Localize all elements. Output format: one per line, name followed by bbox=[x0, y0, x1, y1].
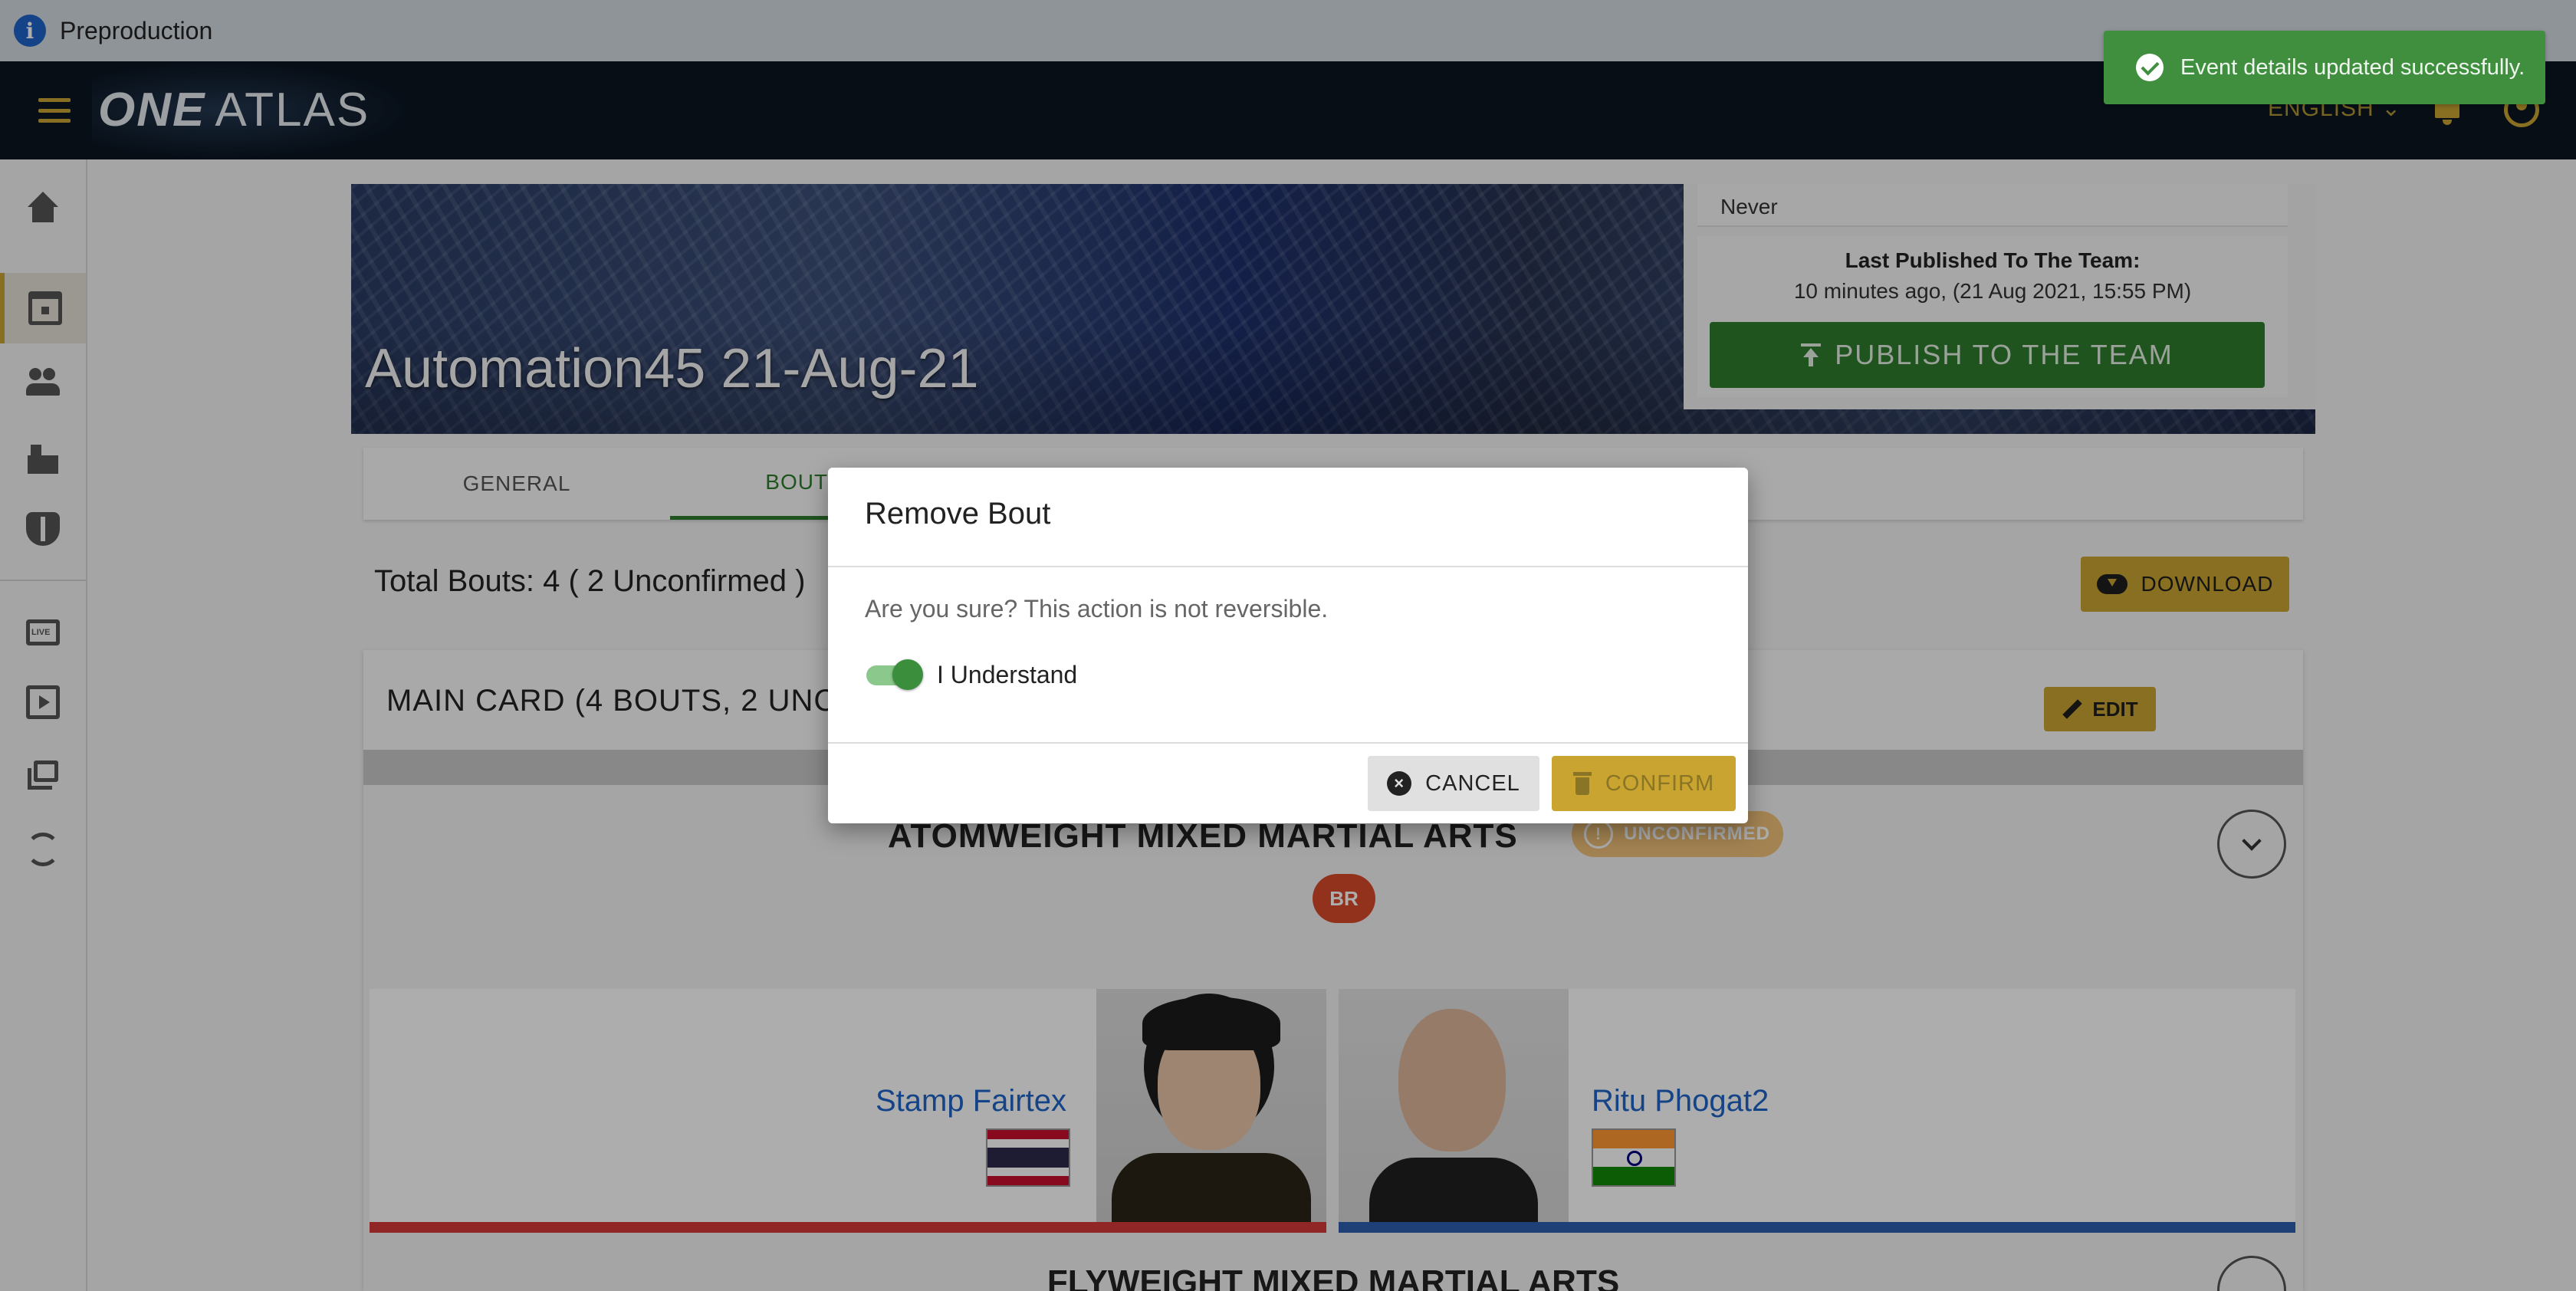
success-toast: Event details updated successfully. bbox=[2104, 31, 2545, 104]
remove-bout-dialog: Remove Bout Are you sure? This action is… bbox=[828, 468, 1748, 823]
dialog-divider-top bbox=[828, 566, 1748, 567]
dialog-title: Remove Bout bbox=[865, 497, 1051, 531]
cancel-label: CANCEL bbox=[1425, 770, 1520, 796]
close-icon: × bbox=[1387, 771, 1412, 796]
dialog-divider-bottom bbox=[828, 742, 1748, 744]
understand-label: I Understand bbox=[937, 661, 1078, 688]
check-circle-icon bbox=[2136, 54, 2164, 81]
cancel-button[interactable]: × CANCEL bbox=[1368, 756, 1539, 811]
confirm-label: CONFIRM bbox=[1605, 770, 1715, 796]
understand-toggle[interactable] bbox=[866, 658, 923, 691]
toast-message: Event details updated successfully. bbox=[2180, 54, 2525, 80]
trash-icon bbox=[1572, 772, 1592, 795]
confirm-button[interactable]: CONFIRM bbox=[1552, 756, 1736, 811]
dialog-message: Are you sure? This action is not reversi… bbox=[865, 595, 1329, 623]
